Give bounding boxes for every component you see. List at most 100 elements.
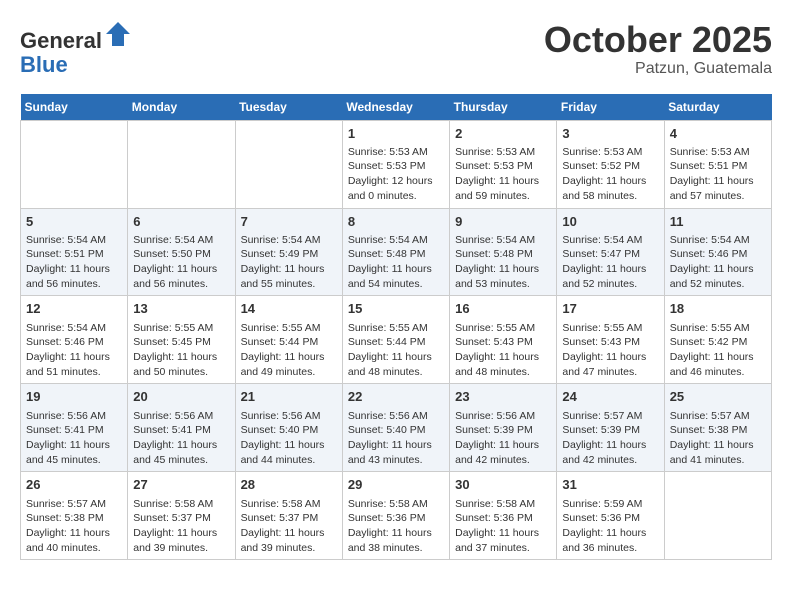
day-info: Sunrise: 5:55 AM Sunset: 5:42 PM Dayligh… <box>670 321 766 380</box>
day-number: 3 <box>562 125 658 143</box>
day-number: 15 <box>348 300 444 318</box>
day-number: 25 <box>670 388 766 406</box>
day-number: 21 <box>241 388 337 406</box>
day-info: Sunrise: 5:54 AM Sunset: 5:48 PM Dayligh… <box>455 233 551 292</box>
page-header: General Blue October 2025 Patzun, Guatem… <box>20 20 772 78</box>
calendar-cell: 22 Sunrise: 5:56 AM Sunset: 5:40 PM Dayli… <box>342 384 449 472</box>
calendar-week-row: 5Sunrise: 5:54 AM Sunset: 5:51 PM Daylig… <box>21 208 772 296</box>
day-number: 4 <box>670 125 766 143</box>
day-info: Sunrise: 5:56 AM Sunset: 5:40 PM Dayligh… <box>241 409 337 468</box>
weekday-header: Monday <box>128 94 235 121</box>
day-number: 14 <box>241 300 337 318</box>
logo-icon <box>104 20 132 48</box>
day-number: 2 <box>455 125 551 143</box>
calendar-cell: 30 Sunrise: 5:58 AM Sunset: 5:36 PM Dayli… <box>450 472 557 560</box>
calendar-cell: 1 Sunrise: 5:53 AM Sunset: 5:53 PM Daylig… <box>342 120 449 208</box>
calendar-week-row: 12 Sunrise: 5:54 AM Sunset: 5:46 PM Dayli… <box>21 296 772 384</box>
logo-text: General Blue <box>20 20 132 77</box>
weekday-header: Saturday <box>664 94 771 121</box>
month-title: October 2025 <box>544 20 772 60</box>
day-number: 12 <box>26 300 122 318</box>
day-number: 8 <box>348 213 444 231</box>
day-info: Sunrise: 5:57 AM Sunset: 5:39 PM Dayligh… <box>562 409 658 468</box>
calendar-table: SundayMondayTuesdayWednesdayThursdayFrid… <box>20 94 772 561</box>
day-info: Sunrise: 5:53 AM Sunset: 5:52 PM Dayligh… <box>562 145 658 204</box>
calendar-header: SundayMondayTuesdayWednesdayThursdayFrid… <box>21 94 772 121</box>
calendar-cell <box>21 120 128 208</box>
calendar-week-row: 19 Sunrise: 5:56 AM Sunset: 5:41 PM Dayli… <box>21 384 772 472</box>
day-number: 17 <box>562 300 658 318</box>
day-number: 7 <box>241 213 337 231</box>
day-info: Sunrise: 5:55 AM Sunset: 5:44 PM Dayligh… <box>348 321 444 380</box>
day-number: 31 <box>562 476 658 494</box>
day-info: Sunrise: 5:59 AM Sunset: 5:36 PM Dayligh… <box>562 497 658 556</box>
weekday-header: Wednesday <box>342 94 449 121</box>
logo-general: General <box>20 28 102 53</box>
day-number: 19 <box>26 388 122 406</box>
day-number: 18 <box>670 300 766 318</box>
calendar-cell: 11 Sunrise: 5:54 AM Sunset: 5:46 PM Dayli… <box>664 208 771 296</box>
day-number: 20 <box>133 388 229 406</box>
logo-blue: Blue <box>20 52 68 77</box>
day-number: 30 <box>455 476 551 494</box>
calendar-cell <box>235 120 342 208</box>
day-number: 13 <box>133 300 229 318</box>
day-info: Sunrise: 5:56 AM Sunset: 5:41 PM Dayligh… <box>26 409 122 468</box>
calendar-cell: 7 Sunrise: 5:54 AM Sunset: 5:49 PM Daylig… <box>235 208 342 296</box>
day-info: Sunrise: 5:55 AM Sunset: 5:43 PM Dayligh… <box>562 321 658 380</box>
calendar-cell: 12 Sunrise: 5:54 AM Sunset: 5:46 PM Dayli… <box>21 296 128 384</box>
day-number: 23 <box>455 388 551 406</box>
day-info: Sunrise: 5:58 AM Sunset: 5:36 PM Dayligh… <box>348 497 444 556</box>
day-info: Sunrise: 5:57 AM Sunset: 5:38 PM Dayligh… <box>670 409 766 468</box>
day-number: 26 <box>26 476 122 494</box>
day-info: Sunrise: 5:54 AM Sunset: 5:46 PM Dayligh… <box>670 233 766 292</box>
calendar-cell: 16Sunrise: 5:55 AM Sunset: 5:43 PM Dayli… <box>450 296 557 384</box>
calendar-week-row: 26 Sunrise: 5:57 AM Sunset: 5:38 PM Dayli… <box>21 472 772 560</box>
day-info: Sunrise: 5:53 AM Sunset: 5:53 PM Dayligh… <box>455 145 551 204</box>
day-info: Sunrise: 5:54 AM Sunset: 5:46 PM Dayligh… <box>26 321 122 380</box>
title-block: October 2025 Patzun, Guatemala <box>544 20 772 78</box>
day-info: Sunrise: 5:56 AM Sunset: 5:41 PM Dayligh… <box>133 409 229 468</box>
day-info: Sunrise: 5:54 AM Sunset: 5:48 PM Dayligh… <box>348 233 444 292</box>
calendar-cell: 14 Sunrise: 5:55 AM Sunset: 5:44 PM Dayli… <box>235 296 342 384</box>
calendar-cell: 27Sunrise: 5:58 AM Sunset: 5:37 PM Dayli… <box>128 472 235 560</box>
calendar-cell: 25 Sunrise: 5:57 AM Sunset: 5:38 PM Dayli… <box>664 384 771 472</box>
day-number: 5 <box>26 213 122 231</box>
day-info: Sunrise: 5:56 AM Sunset: 5:40 PM Dayligh… <box>348 409 444 468</box>
day-number: 6 <box>133 213 229 231</box>
calendar-cell: 10Sunrise: 5:54 AM Sunset: 5:47 PM Dayli… <box>557 208 664 296</box>
calendar-cell: 9 Sunrise: 5:54 AM Sunset: 5:48 PM Daylig… <box>450 208 557 296</box>
logo: General Blue <box>20 20 132 77</box>
day-number: 10 <box>562 213 658 231</box>
day-info: Sunrise: 5:58 AM Sunset: 5:37 PM Dayligh… <box>241 497 337 556</box>
day-info: Sunrise: 5:53 AM Sunset: 5:53 PM Dayligh… <box>348 145 444 204</box>
day-info: Sunrise: 5:55 AM Sunset: 5:44 PM Dayligh… <box>241 321 337 380</box>
calendar-cell: 2 Sunrise: 5:53 AM Sunset: 5:53 PM Daylig… <box>450 120 557 208</box>
day-info: Sunrise: 5:57 AM Sunset: 5:38 PM Dayligh… <box>26 497 122 556</box>
weekday-header: Friday <box>557 94 664 121</box>
day-number: 22 <box>348 388 444 406</box>
day-number: 1 <box>348 125 444 143</box>
day-info: Sunrise: 5:58 AM Sunset: 5:37 PM Dayligh… <box>133 497 229 556</box>
day-number: 11 <box>670 213 766 231</box>
day-info: Sunrise: 5:56 AM Sunset: 5:39 PM Dayligh… <box>455 409 551 468</box>
day-info: Sunrise: 5:54 AM Sunset: 5:50 PM Dayligh… <box>133 233 229 292</box>
day-info: Sunrise: 5:58 AM Sunset: 5:36 PM Dayligh… <box>455 497 551 556</box>
day-number: 28 <box>241 476 337 494</box>
calendar-cell: 28 Sunrise: 5:58 AM Sunset: 5:37 PM Dayli… <box>235 472 342 560</box>
calendar-cell <box>664 472 771 560</box>
calendar-cell: 4 Sunrise: 5:53 AM Sunset: 5:51 PM Daylig… <box>664 120 771 208</box>
weekday-header: Thursday <box>450 94 557 121</box>
calendar-cell: 31 Sunrise: 5:59 AM Sunset: 5:36 PM Dayli… <box>557 472 664 560</box>
calendar-cell: 20 Sunrise: 5:56 AM Sunset: 5:41 PM Dayli… <box>128 384 235 472</box>
calendar-cell: 21 Sunrise: 5:56 AM Sunset: 5:40 PM Dayli… <box>235 384 342 472</box>
day-info: Sunrise: 5:54 AM Sunset: 5:49 PM Dayligh… <box>241 233 337 292</box>
calendar-cell: 17 Sunrise: 5:55 AM Sunset: 5:43 PM Dayli… <box>557 296 664 384</box>
calendar-body: 1 Sunrise: 5:53 AM Sunset: 5:53 PM Daylig… <box>21 120 772 560</box>
day-info: Sunrise: 5:55 AM Sunset: 5:43 PM Dayligh… <box>455 321 551 380</box>
day-info: Sunrise: 5:53 AM Sunset: 5:51 PM Dayligh… <box>670 145 766 204</box>
calendar-cell: 6 Sunrise: 5:54 AM Sunset: 5:50 PM Daylig… <box>128 208 235 296</box>
calendar-cell: 19 Sunrise: 5:56 AM Sunset: 5:41 PM Dayli… <box>21 384 128 472</box>
weekday-header: Sunday <box>21 94 128 121</box>
day-number: 9 <box>455 213 551 231</box>
